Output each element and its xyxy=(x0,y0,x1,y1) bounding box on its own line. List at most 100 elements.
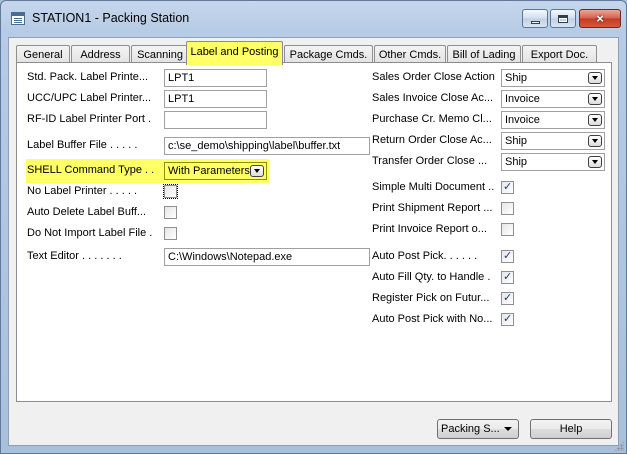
select-value: Ship xyxy=(505,72,528,84)
tab-label: Export Doc. xyxy=(530,49,589,61)
rfid-label-printer-port-input[interactable] xyxy=(164,111,267,129)
text-editor-input[interactable]: C:\Windows\Notepad.exe xyxy=(164,248,370,266)
field-print-shipment-report: Print Shipment Report ... xyxy=(372,200,607,218)
tab-label: General xyxy=(23,49,63,61)
field-label: Print Invoice Report o... xyxy=(372,223,487,235)
check-mark-icon: ✓ xyxy=(503,271,513,283)
auto-post-pick-with-no-checkbox[interactable]: ✓ xyxy=(501,313,514,326)
field-rfid-label-printer-port: RF-ID Label Printer Port . xyxy=(27,111,367,129)
chevron-down-icon[interactable] xyxy=(588,93,602,105)
check-mark-icon: ✓ xyxy=(503,250,513,262)
check-mark-icon: ✓ xyxy=(503,313,513,325)
help-button[interactable]: Help xyxy=(530,419,612,439)
ucc-upc-label-printer-input[interactable]: LPT1 xyxy=(164,90,267,108)
chevron-down-icon[interactable] xyxy=(588,72,602,84)
check-mark-icon: ✓ xyxy=(503,292,513,304)
button-label: Help xyxy=(559,423,583,435)
field-register-pick-on-future: Register Pick on Futur... ✓ xyxy=(372,290,607,308)
purchase-cr-memo-close-select[interactable]: Invoice xyxy=(501,111,605,129)
select-value: Invoice xyxy=(505,93,540,105)
auto-delete-label-buffer-checkbox[interactable] xyxy=(164,206,177,219)
field-label: Std. Pack. Label Printe... xyxy=(27,71,149,83)
field-sales-order-close-action: Sales Order Close Action. Ship xyxy=(372,69,607,87)
field-auto-delete-label-buffer: Auto Delete Label Buff... xyxy=(27,204,277,222)
field-label: Auto Fill Qty. to Handle . xyxy=(372,271,491,283)
field-return-order-close-action: Return Order Close Ac... Ship xyxy=(372,132,607,150)
field-label: Do Not Import Label File . xyxy=(27,227,153,239)
packing-station-window: STATION1 - Packing Station × General Add… xyxy=(0,0,627,454)
field-label: Auto Post Pick with No... xyxy=(372,313,493,325)
do-not-import-label-file-checkbox[interactable] xyxy=(164,227,177,240)
field-label-buffer-file: Label Buffer File . . . . . c:\se_demo\s… xyxy=(27,137,377,155)
auto-post-pick-checkbox[interactable]: ✓ xyxy=(501,250,514,263)
tab-label-and-posting[interactable]: Label and Posting xyxy=(186,41,283,65)
shell-command-type-select[interactable]: With Parameters xyxy=(164,162,267,180)
field-label: Purchase Cr. Memo Cl... xyxy=(372,113,492,125)
chevron-down-icon[interactable] xyxy=(588,135,602,147)
field-std-pack-label-printer: Std. Pack. Label Printe... LPT1 xyxy=(27,69,367,87)
select-value: With Parameters xyxy=(168,165,250,177)
transfer-order-close-action-select[interactable]: Ship xyxy=(501,153,605,171)
select-value: Ship xyxy=(505,135,528,147)
title-bar[interactable]: STATION1 - Packing Station × xyxy=(1,1,626,37)
field-no-label-printer: No Label Printer . . . . . xyxy=(27,183,277,201)
field-purchase-cr-memo-close: Purchase Cr. Memo Cl... Invoice xyxy=(372,111,607,129)
sales-invoice-close-action-select[interactable]: Invoice xyxy=(501,90,605,108)
field-label: Register Pick on Futur... xyxy=(372,292,490,304)
maximize-icon xyxy=(558,14,568,23)
print-invoice-report-checkbox[interactable] xyxy=(501,223,514,236)
field-label: Auto Delete Label Buff... xyxy=(27,206,147,218)
tab-label: Package Cmds. xyxy=(289,49,368,61)
check-mark-icon: ✓ xyxy=(503,181,513,193)
field-label: RF-ID Label Printer Port . xyxy=(27,113,152,125)
field-shell-command-type: SHELL Command Type . . With Parameters xyxy=(27,162,277,180)
field-sales-invoice-close-action: Sales Invoice Close Ac... Invoice xyxy=(372,90,607,108)
field-label: Label Buffer File . . . . . xyxy=(27,139,138,151)
field-label: Print Shipment Report ... xyxy=(372,202,493,214)
tab-label: Bill of Lading xyxy=(452,49,516,61)
label-buffer-file-input[interactable]: c:\se_demo\shipping\label\buffer.txt xyxy=(164,137,370,155)
no-label-printer-checkbox[interactable] xyxy=(163,184,178,199)
field-label: Text Editor . . . . . . . xyxy=(27,250,122,262)
window-title: STATION1 - Packing Station xyxy=(32,11,190,25)
chevron-down-icon[interactable] xyxy=(588,114,602,126)
field-simple-multi-document: Simple Multi Document ... ✓ xyxy=(372,179,607,197)
packing-station-menu-button[interactable]: Packing S... xyxy=(437,419,519,439)
field-transfer-order-close-action: Transfer Order Close ... Ship xyxy=(372,153,607,171)
field-do-not-import-label-file: Do Not Import Label File . xyxy=(27,225,277,243)
minimize-icon xyxy=(530,20,540,24)
print-shipment-report-checkbox[interactable] xyxy=(501,202,514,215)
field-label: Sales Order Close Action. xyxy=(372,71,495,83)
tab-label: Scanning xyxy=(137,49,183,61)
field-label: SHELL Command Type . . xyxy=(27,164,155,176)
client-area: General Address Scanning Label and Posti… xyxy=(8,37,619,446)
window-app-icon xyxy=(11,12,25,25)
minimize-button[interactable] xyxy=(522,9,548,28)
tab-label: Label and Posting xyxy=(190,46,279,58)
close-button[interactable]: × xyxy=(579,9,621,28)
field-label: Return Order Close Ac... xyxy=(372,134,492,146)
sales-order-close-action-select[interactable]: Ship xyxy=(501,69,605,87)
maximize-button[interactable] xyxy=(550,9,576,28)
select-value: Invoice xyxy=(505,114,540,126)
button-label: Packing S... xyxy=(441,423,500,435)
field-ucc-upc-label-printer: UCC/UPC Label Printer... LPT1 xyxy=(27,90,367,108)
register-pick-on-future-checkbox[interactable]: ✓ xyxy=(501,292,514,305)
chevron-down-icon[interactable] xyxy=(588,156,602,168)
field-text-editor: Text Editor . . . . . . . C:\Windows\Not… xyxy=(27,248,377,266)
chevron-down-icon[interactable] xyxy=(250,165,264,177)
field-label: UCC/UPC Label Printer... xyxy=(27,92,152,104)
field-label: Simple Multi Document ... xyxy=(372,181,495,193)
std-pack-label-printer-input[interactable]: LPT1 xyxy=(164,69,267,87)
field-auto-fill-qty-to-handle: Auto Fill Qty. to Handle . ✓ xyxy=(372,269,607,287)
chevron-down-icon xyxy=(504,427,512,431)
return-order-close-action-select[interactable]: Ship xyxy=(501,132,605,150)
tab-label: Other Cmds. xyxy=(378,49,442,61)
field-print-invoice-report: Print Invoice Report o... xyxy=(372,221,607,239)
field-auto-post-pick-with-no: Auto Post Pick with No... ✓ xyxy=(372,311,607,329)
simple-multi-document-checkbox[interactable]: ✓ xyxy=(501,181,514,194)
field-label: Auto Post Pick. . . . . . xyxy=(372,250,478,262)
field-auto-post-pick: Auto Post Pick. . . . . . ✓ xyxy=(372,248,607,266)
auto-fill-qty-to-handle-checkbox[interactable]: ✓ xyxy=(501,271,514,284)
field-label: Transfer Order Close ... xyxy=(372,155,488,167)
